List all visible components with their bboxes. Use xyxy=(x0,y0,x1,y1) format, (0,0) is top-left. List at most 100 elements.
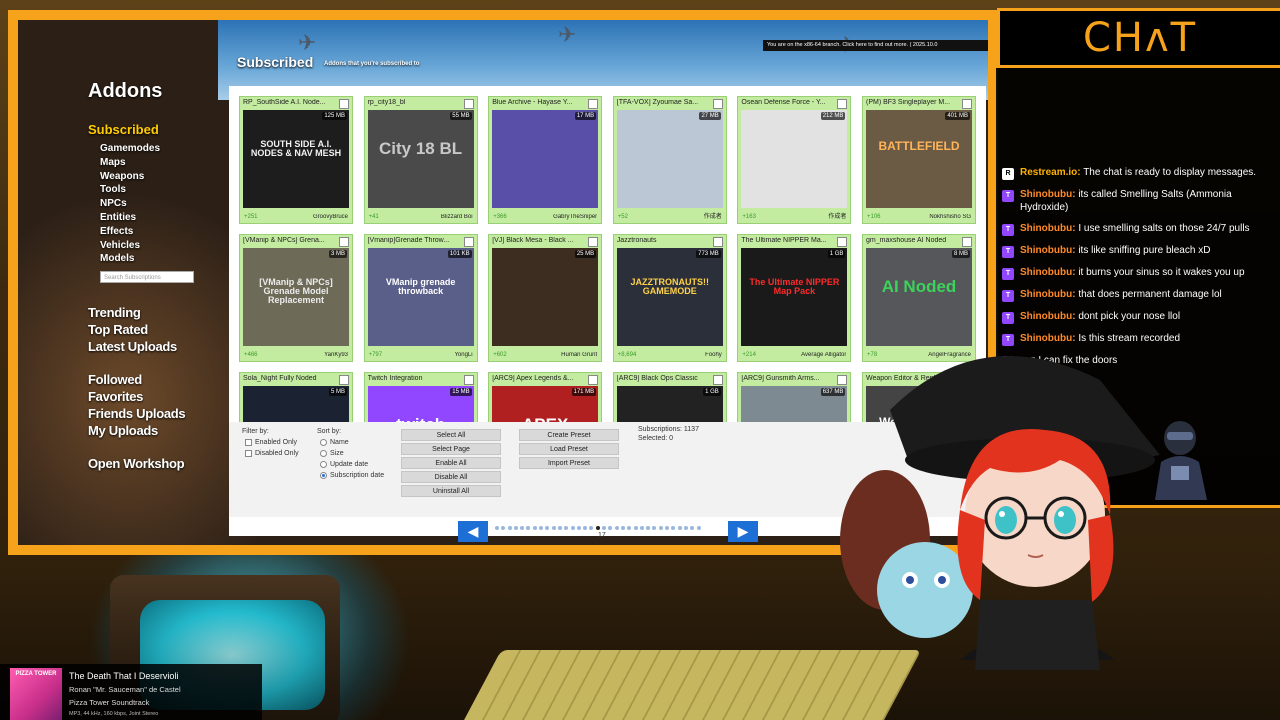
page-dot[interactable] xyxy=(614,526,619,530)
addon-select-checkbox[interactable] xyxy=(339,99,349,109)
submenu-item-gamemodes[interactable]: Gamemodes xyxy=(100,142,160,156)
page-dot[interactable] xyxy=(520,526,525,530)
page-dot[interactable] xyxy=(646,526,651,530)
page-dot[interactable] xyxy=(526,526,531,530)
addon-thumbnail[interactable]: SOUTH SIDE A.I. NODES & NAV MESH 125 MB xyxy=(243,110,349,208)
addon-select-checkbox[interactable] xyxy=(712,375,723,385)
menu-item-friends-uploads[interactable]: Friends Uploads xyxy=(88,405,186,422)
submenu-item-maps[interactable]: Maps xyxy=(100,156,160,170)
addon-thumbnail[interactable]: 1 GB xyxy=(616,386,723,422)
addon-thumbnail[interactable]: JAZZTRONAUTS!! GAMEMODE 773 MB xyxy=(616,248,723,346)
page-dot[interactable] xyxy=(507,526,512,530)
checkbox-icon[interactable] xyxy=(245,439,252,446)
submenu-item-models[interactable]: Models xyxy=(100,252,160,266)
page-dot[interactable] xyxy=(652,526,657,530)
addon-card[interactable]: Twitch Integration twitch15 MB xyxy=(363,372,478,422)
page-dot[interactable] xyxy=(583,526,588,530)
radio-icon[interactable] xyxy=(320,450,327,457)
page-dot[interactable] xyxy=(677,526,682,530)
menu-item-open-workshop[interactable]: Open Workshop xyxy=(88,455,185,472)
addon-thumbnail[interactable]: AI Noded 8 MB xyxy=(866,248,972,346)
addon-thumbnail[interactable]: 5 MB xyxy=(243,386,349,422)
addon-thumbnail[interactable]: [VManip & NPCs] Grenade Model Replacemen… xyxy=(243,248,349,346)
addon-card[interactable]: [VJ] Black Mesa - Black ... 25 MB +602 Huma… xyxy=(488,234,603,362)
page-dot[interactable] xyxy=(627,526,632,530)
addon-thumbnail[interactable]: VManip grenade throwback 101 KB xyxy=(367,248,474,346)
radio-icon[interactable] xyxy=(320,439,327,446)
page-dot-current[interactable] xyxy=(595,526,600,530)
submenu-item-npcs[interactable]: NPCs xyxy=(100,197,160,211)
enable-all-button[interactable]: Enable All xyxy=(401,457,501,469)
menu-item-latest-uploads[interactable]: Latest Uploads xyxy=(88,338,177,355)
addon-thumbnail[interactable]: twitch15 MB xyxy=(367,386,474,422)
addon-thumbnail[interactable]: 212 MB xyxy=(741,110,848,208)
submenu-item-tools[interactable]: Tools xyxy=(100,183,160,197)
menu-item-favorites[interactable]: Favorites xyxy=(88,388,185,405)
radio-selected-icon[interactable] xyxy=(320,472,327,479)
import-preset-button[interactable]: Import Preset xyxy=(519,457,619,469)
addon-select-checkbox[interactable] xyxy=(962,237,972,247)
page-dot[interactable] xyxy=(671,526,676,530)
uninstall-all-button[interactable]: Uninstall All xyxy=(401,485,501,497)
addon-select-checkbox[interactable] xyxy=(712,99,723,109)
page-dot[interactable] xyxy=(551,526,556,530)
sort-size[interactable]: Size xyxy=(320,450,344,457)
filter-enabled-only[interactable]: Enabled Only xyxy=(245,439,297,446)
menu-item-followed[interactable]: Followed xyxy=(88,371,185,388)
select-page-button[interactable]: Select Page xyxy=(401,443,501,455)
page-dot[interactable] xyxy=(513,526,518,530)
next-page-button[interactable]: ▶ xyxy=(728,521,758,542)
addon-select-checkbox[interactable] xyxy=(463,375,474,385)
addon-select-checkbox[interactable] xyxy=(962,99,972,109)
prev-page-button[interactable]: ◀ xyxy=(458,521,488,542)
page-dot[interactable] xyxy=(683,526,688,530)
page-dot[interactable] xyxy=(608,526,613,530)
sort-subscription-date[interactable]: Subscription date xyxy=(320,472,384,479)
page-dot[interactable] xyxy=(589,526,594,530)
page-dot[interactable] xyxy=(602,526,607,530)
disable-all-button[interactable]: Disable All xyxy=(401,471,501,483)
addon-select-checkbox[interactable] xyxy=(837,99,848,109)
submenu-item-vehicles[interactable]: Vehicles xyxy=(100,239,160,253)
radio-icon[interactable] xyxy=(320,461,327,468)
addon-card[interactable]: Jazztronauts JAZZTRONAUTS!! GAMEMODE 773 M… xyxy=(612,234,727,362)
menu-item-trending[interactable]: Trending xyxy=(88,304,177,321)
search-subscriptions-input[interactable]: Search Subscriptions xyxy=(100,271,194,283)
addon-thumbnail[interactable]: 27 MB xyxy=(616,110,723,208)
addon-select-checkbox[interactable] xyxy=(588,99,599,109)
page-dot[interactable] xyxy=(495,526,499,530)
addon-card[interactable]: [Vmanip]Grenade Throw... VManip grenade t… xyxy=(363,234,478,362)
submenu-item-effects[interactable]: Effects xyxy=(100,225,160,239)
create-preset-button[interactable]: Create Preset xyxy=(519,429,619,441)
addon-thumbnail[interactable]: 17 MB xyxy=(492,110,599,208)
addon-select-checkbox[interactable] xyxy=(712,237,723,247)
addon-thumbnail[interactable]: 25 MB xyxy=(492,248,599,346)
page-dot[interactable] xyxy=(576,526,581,530)
page-dot[interactable] xyxy=(639,526,644,530)
page-dot[interactable] xyxy=(539,526,544,530)
sort-update-date[interactable]: Update date xyxy=(320,461,368,468)
submenu-item-weapons[interactable]: Weapons xyxy=(100,170,160,184)
addon-card[interactable]: (PM) BF3 Singleplayer M... BATTLEFIELD 401… xyxy=(862,96,976,224)
addon-card[interactable]: [ARC9] Apex Legends &... APEX171 MB xyxy=(488,372,603,422)
menu-item-subscribed[interactable]: Subscribed xyxy=(88,122,159,137)
addon-select-checkbox[interactable] xyxy=(339,375,349,385)
filter-disabled-only[interactable]: Disabled Only xyxy=(245,450,299,457)
addon-card[interactable]: [ARC9] Black Ops Classic 1 GB xyxy=(612,372,727,422)
checkbox-icon[interactable] xyxy=(245,450,252,457)
addon-select-checkbox[interactable] xyxy=(588,375,599,385)
addon-select-checkbox[interactable] xyxy=(463,237,474,247)
page-dot[interactable] xyxy=(690,526,695,530)
addon-card[interactable]: [VManip & NPCs] Grena... [VManip & NPCs] … xyxy=(239,234,353,362)
page-dot[interactable] xyxy=(557,526,562,530)
addon-card[interactable]: [TFA-VOX] Zyoumae Sa... 27 MB +52 作成者 xyxy=(612,96,727,224)
page-dot[interactable] xyxy=(532,526,537,530)
menu-item-top-rated[interactable]: Top Rated xyxy=(88,321,177,338)
page-dot[interactable] xyxy=(501,526,506,530)
load-preset-button[interactable]: Load Preset xyxy=(519,443,619,455)
branch-notice-link[interactable]: You are on the x86-64 branch. Click here… xyxy=(763,40,988,51)
addon-thumbnail[interactable]: The Ultimate NIPPER Map Pack 1 GB xyxy=(741,248,848,346)
page-dot[interactable] xyxy=(658,526,663,530)
addon-select-checkbox[interactable] xyxy=(837,237,848,247)
page-dot[interactable] xyxy=(633,526,638,530)
